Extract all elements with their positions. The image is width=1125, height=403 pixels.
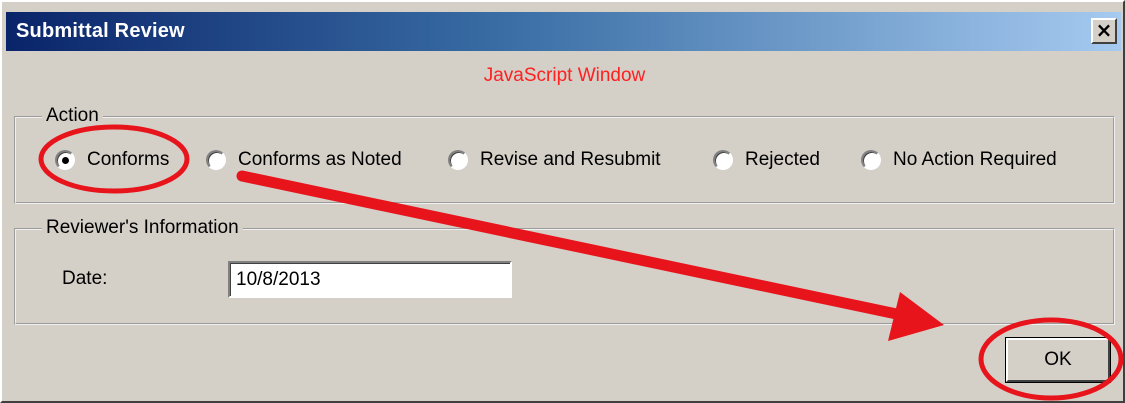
reviewer-info-legend: Reviewer's Information: [42, 217, 243, 239]
radio-button-icon[interactable]: [713, 150, 733, 170]
ok-button[interactable]: OK: [1006, 338, 1110, 382]
reviewer-info-group: [14, 228, 1115, 325]
radio-label: No Action Required: [893, 149, 1057, 170]
submittal-review-dialog: Submittal Review × JavaScript Window Act…: [0, 0, 1125, 403]
close-button[interactable]: ×: [1091, 18, 1117, 44]
radio-rejected[interactable]: Rejected: [713, 149, 820, 171]
radio-label: Conforms as Noted: [238, 149, 402, 170]
title-bar[interactable]: Submittal Review ×: [6, 12, 1121, 51]
date-input[interactable]: [228, 261, 512, 298]
dialog-title: Submittal Review: [16, 20, 185, 42]
radio-revise-and-resubmit[interactable]: Revise and Resubmit: [448, 149, 661, 171]
radio-conforms-as-noted[interactable]: Conforms as Noted: [206, 149, 402, 171]
radio-conforms[interactable]: Conforms: [55, 149, 169, 171]
date-label: Date:: [62, 268, 108, 289]
radio-button-icon[interactable]: [55, 150, 75, 170]
radio-button-icon[interactable]: [448, 150, 468, 170]
radio-button-icon[interactable]: [206, 150, 226, 170]
radio-button-icon[interactable]: [861, 150, 881, 170]
action-legend: Action: [42, 105, 103, 127]
radio-label: Conforms: [87, 149, 170, 170]
window-subtitle: JavaScript Window: [483, 65, 646, 86]
radio-no-action-required[interactable]: No Action Required: [861, 149, 1057, 171]
radio-label: Rejected: [745, 149, 820, 170]
radio-label: Revise and Resubmit: [480, 149, 661, 170]
